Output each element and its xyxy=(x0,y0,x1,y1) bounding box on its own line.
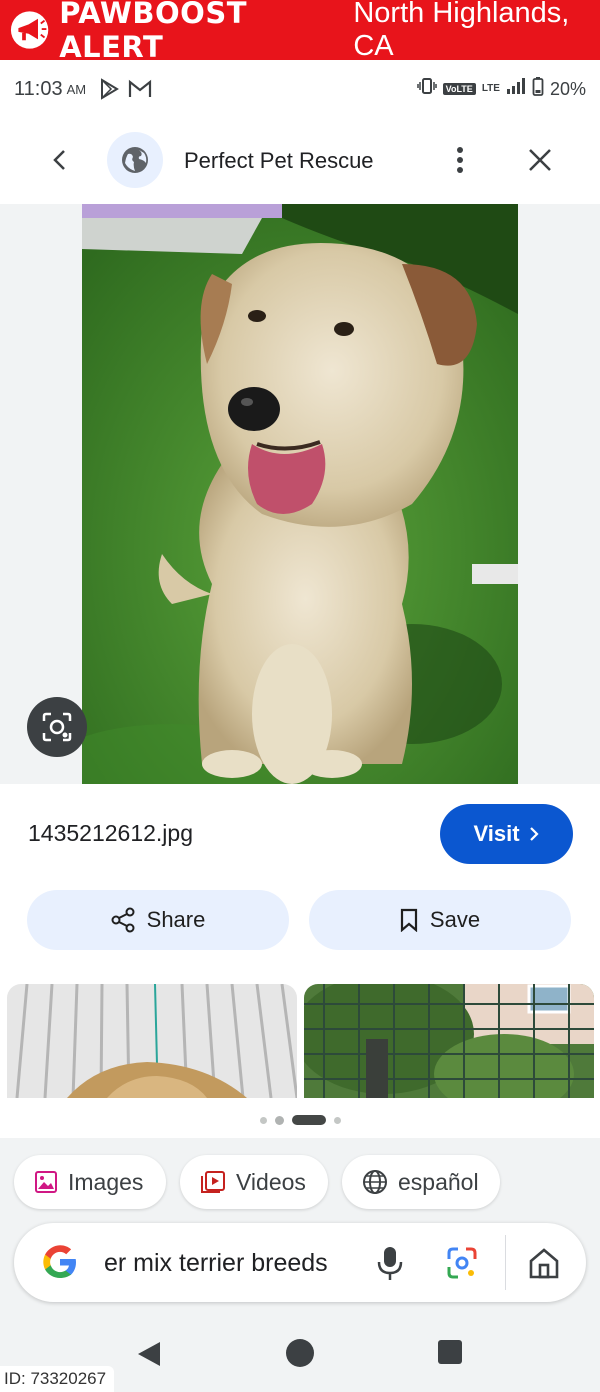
chevron-right-icon xyxy=(529,827,539,841)
share-icon xyxy=(111,907,135,933)
share-button[interactable]: Share xyxy=(27,890,289,950)
video-icon xyxy=(201,1171,225,1193)
bookmark-icon xyxy=(400,908,418,932)
pawboost-alert-banner: PAWBOOST ALERT North Highlands, CA xyxy=(0,0,600,64)
nav-recents-icon[interactable] xyxy=(437,1339,463,1365)
lens-search-button[interactable] xyxy=(27,697,87,757)
image-icon xyxy=(35,1171,57,1193)
pager-dot xyxy=(259,1116,267,1124)
site-favicon xyxy=(107,132,163,188)
divider xyxy=(505,1235,506,1290)
signal-icon xyxy=(506,78,526,100)
visit-button[interactable]: Visit xyxy=(440,804,573,864)
chip-videos[interactable]: Videos xyxy=(180,1155,328,1209)
battery-icon xyxy=(532,76,544,102)
related-image-thumb[interactable] xyxy=(304,984,594,1098)
chip-images[interactable]: Images xyxy=(14,1155,166,1209)
search-query-text: er mix terrier breeds xyxy=(104,1249,328,1277)
chip-videos-label: Videos xyxy=(236,1168,306,1195)
more-options-button[interactable] xyxy=(440,140,480,180)
lte-indicator: LTE xyxy=(481,83,500,94)
visit-label: Visit xyxy=(473,821,520,846)
gmail-icon xyxy=(128,79,152,99)
volte-badge: VoLTE xyxy=(442,83,476,95)
close-button[interactable] xyxy=(520,140,560,180)
play-store-icon xyxy=(98,78,120,100)
google-logo-icon xyxy=(43,1245,76,1278)
status-ampm: AM xyxy=(66,81,87,97)
image-filename: 1435212612.jpg xyxy=(28,820,193,846)
site-name[interactable]: Perfect Pet Rescue xyxy=(184,148,374,174)
dog-photo[interactable] xyxy=(82,204,518,784)
pager-dot-active xyxy=(291,1115,326,1125)
pager-dot xyxy=(333,1116,341,1124)
chip-language-label: español xyxy=(398,1168,479,1195)
google-lens-icon[interactable] xyxy=(444,1243,480,1283)
battery-percent: 20% xyxy=(549,78,586,99)
megaphone-icon xyxy=(10,11,49,49)
result-panel: 1435212612.jpg Visit Share Save xyxy=(0,784,600,1138)
mic-icon[interactable] xyxy=(372,1243,408,1283)
related-images xyxy=(0,984,600,1098)
save-label: Save xyxy=(429,907,481,932)
nav-back-icon[interactable] xyxy=(134,1338,166,1370)
vibrate-icon xyxy=(416,77,437,101)
status-time: 11:03 xyxy=(14,77,63,100)
image-viewer xyxy=(0,204,600,784)
status-right: VoLTE LTE 20% xyxy=(416,76,586,102)
lens-icon xyxy=(42,712,72,742)
back-button[interactable] xyxy=(40,140,80,180)
alert-brand: PAWBOOST ALERT xyxy=(59,0,247,64)
lens-result-header: Perfect Pet Rescue xyxy=(0,118,600,204)
more-vert-icon xyxy=(457,147,463,173)
close-icon xyxy=(529,149,551,171)
status-bar: 11:03 AM VoLTE LTE 20% xyxy=(0,60,600,118)
globe-icon xyxy=(363,1170,387,1194)
home-icon[interactable] xyxy=(526,1243,562,1283)
pager-dot xyxy=(274,1115,284,1125)
globe-icon xyxy=(122,147,148,173)
related-image-thumb[interactable] xyxy=(7,984,297,1098)
save-button[interactable]: Save xyxy=(309,890,571,950)
chip-images-label: Images xyxy=(68,1168,144,1195)
post-id-label: ID: 73320267 xyxy=(0,1366,115,1392)
search-query[interactable]: er mix terrier breeds xyxy=(104,1249,354,1279)
nav-home-icon[interactable] xyxy=(285,1338,315,1368)
screen: PAWBOOST ALERT North Highlands, CA 11:03… xyxy=(0,0,600,1392)
alert-location: North Highlands, CA xyxy=(353,0,570,62)
chip-language[interactable]: español xyxy=(342,1155,500,1209)
share-label: Share xyxy=(146,907,206,932)
search-bar[interactable]: er mix terrier breeds xyxy=(14,1223,586,1302)
chevron-left-icon xyxy=(53,150,65,170)
pager-dots xyxy=(0,1114,600,1126)
